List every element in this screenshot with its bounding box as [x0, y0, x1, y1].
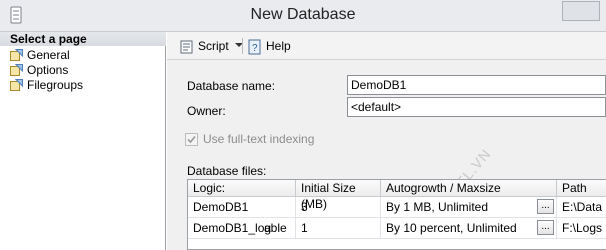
toolbar: Script ? Help: [167, 32, 606, 60]
select-page-header: Select a page: [0, 32, 166, 46]
fulltext-checkbox: [185, 133, 198, 146]
page-item-options[interactable]: Options: [10, 63, 68, 78]
title-bar: New Database: [0, 0, 606, 32]
cell-initial-size[interactable]: 1: [296, 218, 381, 238]
script-icon: [180, 40, 193, 54]
cell-path[interactable]: F:\Logs: [557, 218, 606, 238]
general-page: Script ? Help Database name: DemoDB1 Own…: [167, 32, 606, 250]
row-divider: [188, 238, 606, 239]
autogrowth-ellipsis-button[interactable]: ...: [537, 199, 554, 214]
svg-text:?: ?: [252, 43, 258, 54]
help-button[interactable]: ? Help: [247, 37, 291, 55]
database-files-grid: Logic: Initial Size (MB) Autogrowth / Ma…: [187, 179, 606, 250]
cell-autogrowth: By 10 percent, Unlimited: [381, 218, 557, 238]
checkmark-icon: [187, 135, 196, 144]
window-title: New Database: [250, 6, 356, 23]
page-item-label: Options: [27, 63, 69, 77]
help-icon: ?: [248, 39, 261, 55]
column-header-autogrowth[interactable]: Autogrowth / Maxsize: [381, 180, 557, 197]
page-icon: [10, 49, 23, 61]
cell-file-type: able: [259, 218, 296, 238]
page-item-general[interactable]: General: [10, 48, 70, 63]
owner-label: Owner:: [187, 104, 226, 118]
cell-logical-name[interactable]: DemoDB1: [188, 197, 296, 217]
cell-path[interactable]: E:\Data: [557, 197, 606, 217]
page-icon: [10, 79, 23, 91]
database-files-label: Database files:: [187, 164, 267, 178]
database-name-label: Database name:: [187, 79, 276, 93]
column-header-path[interactable]: Path: [557, 180, 606, 197]
help-label: Help: [266, 39, 291, 53]
toolbar-separator: [242, 38, 243, 54]
cell-autogrowth: By 1 MB, Unlimited: [381, 197, 557, 217]
fulltext-label: Use full-text indexing: [203, 132, 315, 146]
owner-input[interactable]: <default>: [347, 97, 606, 117]
database-name-input[interactable]: DemoDB1: [347, 75, 606, 95]
column-header-initial-size[interactable]: Initial Size (MB): [296, 180, 381, 211]
cell-logical-name[interactable]: DemoDB1_log: [188, 218, 271, 238]
page-item-label: Filegroups: [27, 78, 84, 92]
script-button[interactable]: Script: [179, 37, 229, 55]
page-selector-pane: Select a page General Options Filegroups: [0, 32, 166, 250]
script-label: Script: [198, 39, 229, 53]
page-icon: [10, 64, 23, 76]
window-control-button[interactable]: [562, 1, 600, 21]
page-item-label: General: [27, 48, 70, 62]
autogrowth-ellipsis-button[interactable]: ...: [537, 220, 554, 235]
column-header-logical[interactable]: Logic:: [188, 180, 296, 197]
page-item-filegroups[interactable]: Filegroups: [10, 78, 83, 93]
cell-initial-size[interactable]: 3: [296, 197, 381, 217]
